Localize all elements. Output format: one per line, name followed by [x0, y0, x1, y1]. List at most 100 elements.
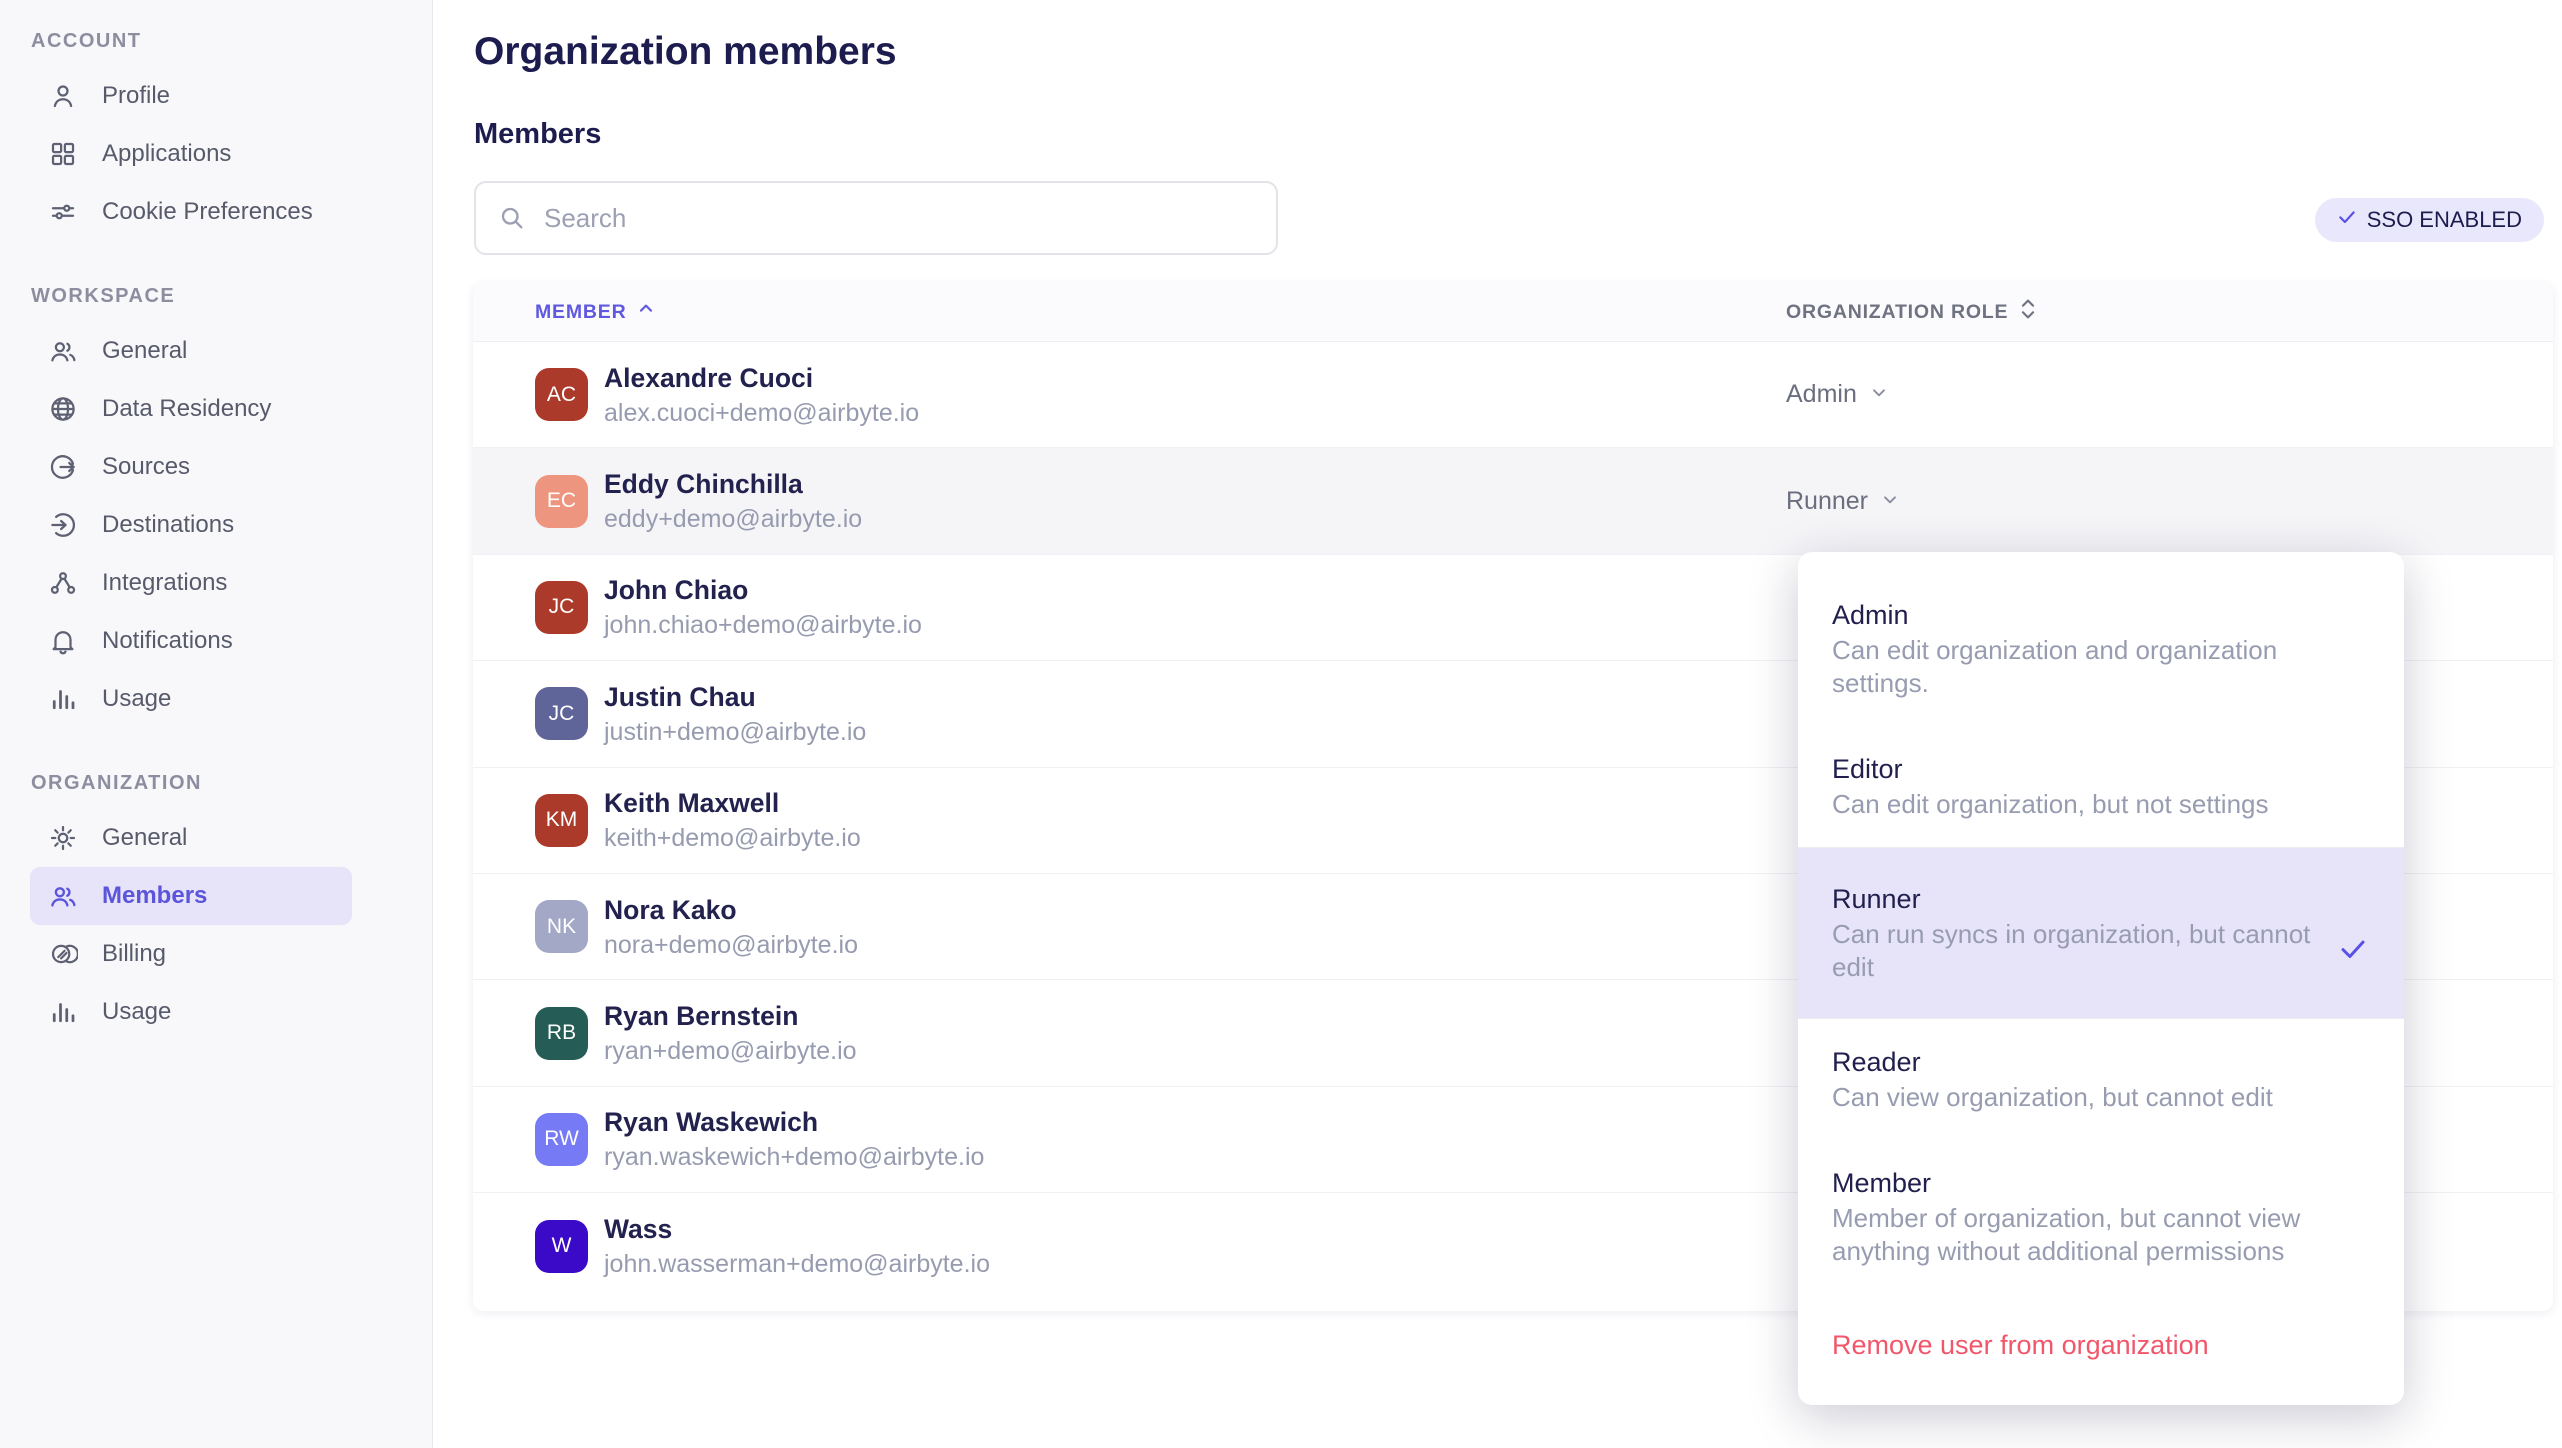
role-option-member[interactable]: Member Member of organization, but canno…	[1798, 1140, 2404, 1294]
member-info: John Chiao john.chiao+demo@airbyte.io	[604, 573, 1786, 641]
sidebar-item-cookie-preferences[interactable]: Cookie Preferences	[30, 183, 352, 241]
sidebar-section-organization: ORGANIZATION General Members Billing	[0, 772, 432, 1041]
sidebar-item-data-residency[interactable]: Data Residency	[30, 380, 352, 438]
role-option-description: Can edit organization, but not settings	[1832, 788, 2312, 821]
role-option-description: Can view organization, but cannot edit	[1832, 1081, 2312, 1114]
member-info: Wass john.wasserman+demo@airbyte.io	[604, 1212, 1786, 1280]
member-name: Nora Kako	[604, 893, 1786, 927]
role-option-runner-selected[interactable]: Runner Can run syncs in organization, bu…	[1798, 848, 2404, 1018]
avatar: RW	[535, 1113, 588, 1166]
member-email: justin+demo@airbyte.io	[604, 716, 1786, 748]
member-name: Alexandre Cuoci	[604, 361, 1786, 395]
member-name: Keith Maxwell	[604, 786, 1786, 820]
role-option-description: Can run syncs in organization, but canno…	[1832, 918, 2312, 984]
member-email: eddy+demo@airbyte.io	[604, 503, 1786, 535]
sidebar-item-label: General	[102, 337, 187, 365]
role-option-admin[interactable]: Admin Can edit organization and organiza…	[1798, 572, 2404, 726]
role-dropdown-trigger[interactable]: Admin	[1786, 380, 1889, 409]
member-email: keith+demo@airbyte.io	[604, 822, 1786, 854]
sidebar-item-label: Integrations	[102, 569, 227, 597]
avatar: W	[535, 1220, 588, 1273]
sidebar-item-profile[interactable]: Profile	[30, 67, 352, 125]
organization-settings-page: ACCOUNT Profile Applications Cookie Pref…	[0, 0, 2562, 1448]
column-header-organization-role[interactable]: ORGANIZATION ROLE	[1786, 296, 2038, 328]
role-option-name: Reader	[1832, 1045, 2370, 1079]
avatar: KM	[535, 794, 588, 847]
check-icon	[2337, 207, 2357, 233]
section-title-organization: ORGANIZATION	[0, 772, 432, 795]
member-info: Keith Maxwell keith+demo@airbyte.io	[604, 786, 1786, 854]
sidebar-item-label: General	[102, 824, 187, 852]
member-name: Wass	[604, 1212, 1786, 1246]
role-option-name: Member	[1832, 1166, 2370, 1200]
destination-icon	[48, 510, 78, 540]
avatar: EC	[535, 475, 588, 528]
sidebar-item-label: Applications	[102, 140, 231, 168]
search-input[interactable]	[544, 203, 1254, 234]
sso-badge-label: SSO ENABLED	[2367, 207, 2522, 233]
usage-icon	[48, 997, 78, 1027]
sidebar-item-workspace-general[interactable]: General	[30, 322, 352, 380]
role-option-editor[interactable]: Editor Can edit organization, but not se…	[1798, 726, 2404, 847]
sidebar-item-billing[interactable]: Billing	[30, 925, 352, 983]
column-label: ORGANIZATION ROLE	[1786, 301, 2008, 324]
member-name: Justin Chau	[604, 680, 1786, 714]
avatar: NK	[535, 900, 588, 953]
member-name: Ryan Waskewich	[604, 1105, 1786, 1139]
member-email: alex.cuoci+demo@airbyte.io	[604, 397, 1786, 429]
member-info: Ryan Bernstein ryan+demo@airbyte.io	[604, 999, 1786, 1067]
sidebar-section-account: ACCOUNT Profile Applications Cookie Pref…	[0, 30, 432, 241]
sidebar-item-label: Sources	[102, 453, 190, 481]
member-email: nora+demo@airbyte.io	[604, 929, 1786, 961]
sliders-icon	[48, 197, 78, 227]
role-label: Runner	[1786, 487, 1868, 516]
member-info: Ryan Waskewich ryan.waskewich+demo@airby…	[604, 1105, 1786, 1173]
user-icon	[48, 81, 78, 111]
sidebar-item-members[interactable]: Members	[30, 867, 352, 925]
avatar: AC	[535, 368, 588, 421]
member-email: john.wasserman+demo@airbyte.io	[604, 1248, 1786, 1280]
sidebar-item-applications[interactable]: Applications	[30, 125, 352, 183]
role-dropdown-trigger[interactable]: Runner	[1786, 487, 1900, 516]
sidebar-item-label: Usage	[102, 685, 171, 713]
role-option-reader[interactable]: Reader Can view organization, but cannot…	[1798, 1019, 2404, 1140]
selected-check-icon	[2338, 934, 2368, 969]
role-option-description: Can edit organization and organization s…	[1832, 634, 2312, 700]
sidebar-item-integrations[interactable]: Integrations	[30, 554, 352, 612]
sidebar-section-workspace: WORKSPACE General Data Residency Sources	[0, 285, 432, 728]
chevron-down-icon	[1869, 380, 1889, 409]
billing-icon	[48, 939, 78, 969]
grid-icon	[48, 139, 78, 169]
chevron-up-icon	[636, 299, 656, 325]
role-option-name: Editor	[1832, 752, 2370, 786]
column-header-member[interactable]: MEMBER	[535, 299, 1786, 325]
table-row-active: EC Eddy Chinchilla eddy+demo@airbyte.io …	[473, 448, 2553, 554]
sso-enabled-badge: SSO ENABLED	[2315, 198, 2544, 242]
table-row: AC Alexandre Cuoci alex.cuoci+demo@airby…	[473, 342, 2553, 448]
sidebar-item-organization-general[interactable]: General	[30, 809, 352, 867]
member-info: Nora Kako nora+demo@airbyte.io	[604, 893, 1786, 961]
sidebar-item-workspace-usage[interactable]: Usage	[30, 670, 352, 728]
member-search	[474, 181, 1278, 255]
role-label: Admin	[1786, 380, 1857, 409]
role-dropdown-menu: Admin Can edit organization and organiza…	[1798, 552, 2404, 1405]
remove-user-link[interactable]: Remove user from organization	[1798, 1294, 2404, 1405]
gear-icon	[48, 823, 78, 853]
sidebar-item-sources[interactable]: Sources	[30, 438, 352, 496]
avatar: JC	[535, 581, 588, 634]
sidebar-item-label: Notifications	[102, 627, 233, 655]
member-name: John Chiao	[604, 573, 1786, 607]
member-info: Justin Chau justin+demo@airbyte.io	[604, 680, 1786, 748]
avatar: RB	[535, 1007, 588, 1060]
sidebar-item-label: Data Residency	[102, 395, 271, 423]
avatar: JC	[535, 687, 588, 740]
member-email: john.chiao+demo@airbyte.io	[604, 609, 1786, 641]
section-title-account: ACCOUNT	[0, 30, 432, 53]
role-option-name: Runner	[1832, 882, 2370, 916]
sidebar-item-label: Billing	[102, 940, 166, 968]
sidebar-item-notifications[interactable]: Notifications	[30, 612, 352, 670]
users-icon	[48, 881, 78, 911]
settings-sidebar: ACCOUNT Profile Applications Cookie Pref…	[0, 0, 433, 1448]
sidebar-item-organization-usage[interactable]: Usage	[30, 983, 352, 1041]
sidebar-item-destinations[interactable]: Destinations	[30, 496, 352, 554]
